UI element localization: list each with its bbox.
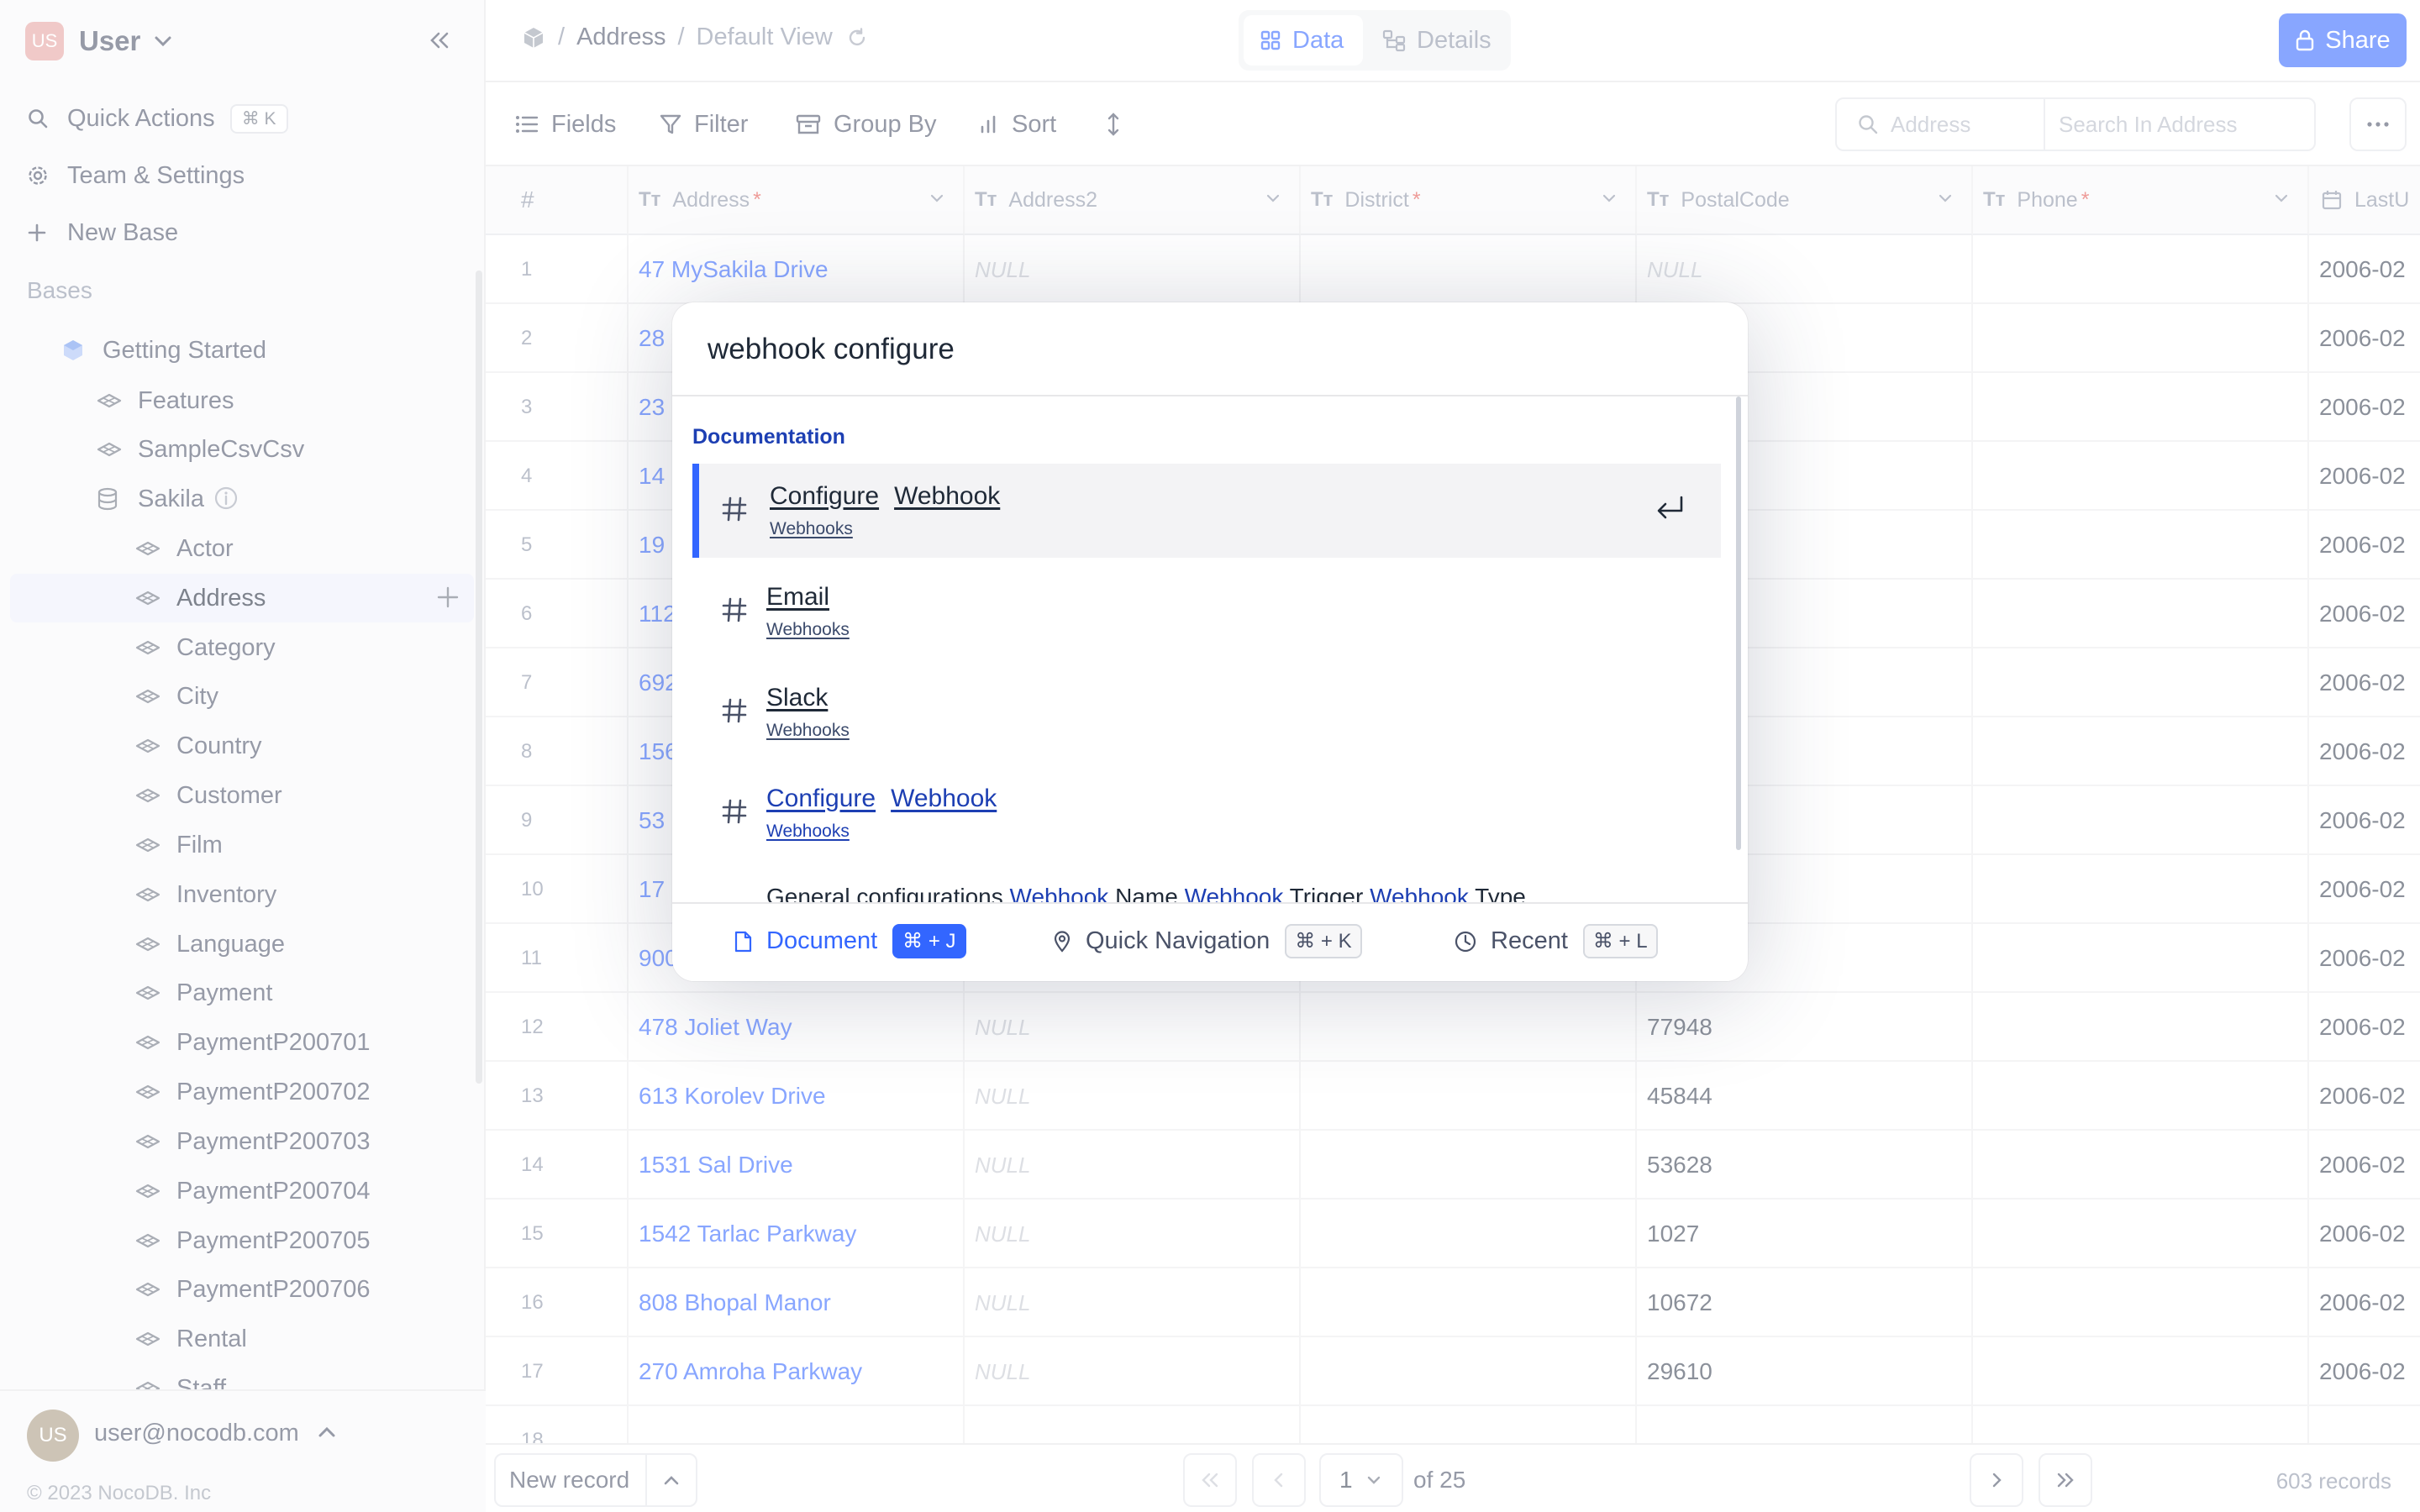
- result-title-word: Webhook: [894, 482, 1001, 510]
- results-section-title: Documentation: [692, 425, 845, 449]
- result-title-word: Configure: [770, 482, 880, 510]
- result-title-word: Email: [766, 583, 830, 611]
- result-title-word: Configure: [766, 785, 876, 812]
- clock-icon: [1454, 930, 1491, 953]
- hash-icon: [721, 496, 748, 522]
- document-icon: [733, 930, 766, 953]
- mode-recent[interactable]: Recent ⌘ + L: [1454, 924, 1658, 958]
- search-result[interactable]: Slack Webhooks: [692, 665, 1721, 759]
- hash-icon: [721, 798, 748, 825]
- results-scrollbar[interactable]: [1736, 396, 1741, 850]
- search-result[interactable]: Email Webhooks: [692, 564, 1721, 659]
- result-title: Slack: [766, 684, 843, 712]
- search-result[interactable]: Configure Webhook Webhooks: [692, 766, 1721, 860]
- docs-search-modal: webhook configure Documentation Configur…: [672, 302, 1748, 981]
- mode-quick-navigation[interactable]: Quick Navigation ⌘ + K: [1052, 924, 1362, 958]
- recent-shortcut: ⌘ + L: [1582, 924, 1658, 958]
- search-modes: Document ⌘ + J Quick Navigation ⌘ + K Re…: [672, 902, 1748, 981]
- search-query-input[interactable]: webhook configure: [708, 333, 955, 366]
- result-title: Email: [766, 583, 844, 612]
- result-subtitle: Webhooks: [766, 721, 850, 740]
- hash-icon: [721, 697, 748, 724]
- search-result[interactable]: Configure Webhook Webhooks: [692, 464, 1721, 558]
- enter-key-icon: [1654, 494, 1687, 522]
- result-subtitle: Webhooks: [766, 822, 850, 841]
- result-title-word: Slack: [766, 684, 829, 711]
- result-title-word: Webhook: [891, 785, 997, 812]
- mode-document[interactable]: Document ⌘ + J: [733, 924, 966, 958]
- result-subtitle: Webhooks: [766, 620, 850, 639]
- map-pin-icon: [1052, 930, 1086, 953]
- divider: [672, 395, 1748, 396]
- result-subtitle: Webhooks: [770, 519, 853, 538]
- hash-icon: [721, 596, 748, 623]
- document-shortcut: ⌘ + J: [892, 924, 966, 958]
- result-title: Configure Webhook: [766, 785, 1012, 813]
- result-title: Configure Webhook: [770, 482, 1015, 511]
- quick-navigation-shortcut: ⌘ + K: [1285, 924, 1362, 958]
